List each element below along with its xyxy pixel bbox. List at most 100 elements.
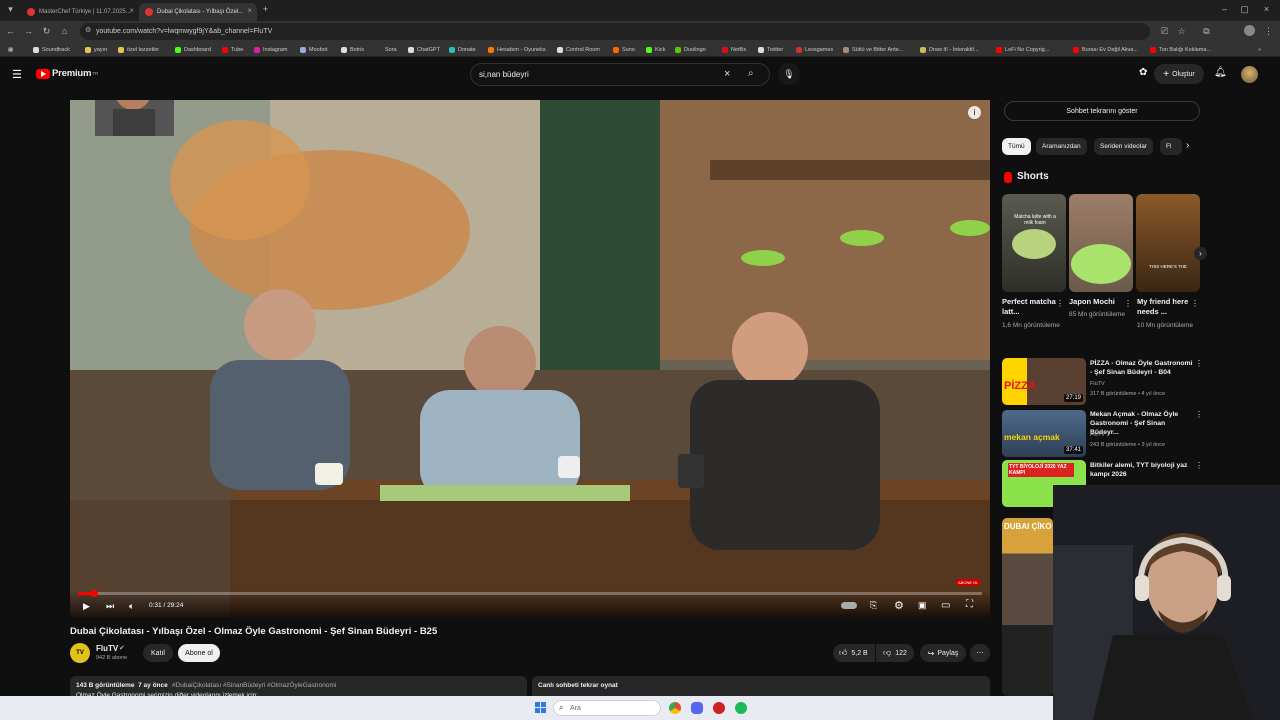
volume-icon[interactable]: 🔈︎: [129, 601, 134, 612]
recommendation-channel[interactable]: FluTV: [1090, 380, 1200, 388]
bookmark-item[interactable]: Draw It! - İnteraktif...: [920, 44, 979, 55]
short-thumbnail[interactable]: THIS HERE'S THE: [1136, 194, 1200, 292]
subtitles-icon[interactable]: ⎘: [870, 600, 877, 611]
chip-all[interactable]: Tümü: [1002, 138, 1031, 155]
minimize-icon[interactable]: –: [1218, 3, 1231, 16]
bookmark-item[interactable]: Lessgames: [796, 44, 833, 55]
bookmark-item[interactable]: Ton Balığı Koklama...: [1150, 44, 1211, 55]
bookmark-star-icon[interactable]: ☆: [1175, 25, 1188, 38]
bookmark-item[interactable]: Moobot: [300, 44, 327, 55]
video-player[interactable]: i ABONE OL: [70, 100, 990, 617]
tab-menu-icon[interactable]: ▾: [4, 3, 17, 16]
recommendation-title[interactable]: PİZZA - Olmaz Öyle Gastronomi - Şef Sina…: [1090, 359, 1195, 377]
fullscreen-icon[interactable]: ⛶: [966, 599, 973, 610]
create-button[interactable]: + Oluştur: [1154, 64, 1204, 84]
install-icon[interactable]: ⎚: [1158, 25, 1171, 38]
bookmark-item[interactable]: Tube: [222, 44, 243, 55]
bookmark-item[interactable]: özel lezzetler: [118, 44, 159, 55]
back-icon[interactable]: ←: [4, 25, 17, 38]
browser-tab-dubai[interactable]: Dubai Çikolatası - Yılbaşı Özel... ×: [139, 3, 257, 21]
cast-settings-icon[interactable]: ✿: [1139, 67, 1147, 78]
search-input[interactable]: si,nan büdeyri × ⌕: [470, 63, 770, 86]
more-actions-icon[interactable]: ⋯: [970, 644, 990, 662]
bookmark-item[interactable]: Duolingo: [675, 44, 706, 55]
bookmark-item[interactable]: ChatGPT: [408, 44, 440, 55]
short-title[interactable]: Perfect matcha latt...: [1002, 297, 1056, 317]
channel-name[interactable]: FluTV: [96, 644, 118, 653]
site-info-icon[interactable]: ⚙: [85, 26, 91, 34]
settings-gear-icon[interactable]: ⚙: [894, 599, 904, 612]
bookmark-item[interactable]: Botrix: [341, 44, 364, 55]
reload-icon[interactable]: ↻: [40, 25, 53, 38]
show-chat-replay-button[interactable]: Sohbet tekrarını göster: [1004, 101, 1200, 121]
url-field[interactable]: ⚙ youtube.com/watch?v=lwqmwygf9jY&ab_cha…: [80, 23, 1150, 40]
clear-search-icon[interactable]: ×: [724, 68, 730, 80]
taskbar-search-field[interactable]: ⌕ Ara: [553, 700, 661, 716]
browser-menu-icon[interactable]: ⋮: [1262, 25, 1275, 38]
recommendation-thumbnail[interactable]: DUBAI ÇİKO: [1002, 518, 1053, 696]
maximize-icon[interactable]: ▢: [1238, 3, 1251, 16]
shorts-next-icon[interactable]: ›: [1194, 247, 1207, 260]
profile-avatar-icon[interactable]: [1244, 25, 1255, 36]
hamburger-menu-icon[interactable]: ☰: [12, 68, 22, 81]
close-tab-icon[interactable]: ×: [129, 6, 134, 15]
join-button[interactable]: Katıl: [143, 644, 173, 662]
recommendation-thumbnail[interactable]: mekan açmak 37:41: [1002, 410, 1086, 457]
extensions-icon[interactable]: ⧉: [1200, 25, 1213, 38]
chip-series[interactable]: Seriden videolar: [1094, 138, 1153, 155]
browser-tab-masterchef[interactable]: MasterChef Türkiye | 11.07.2025... ×: [21, 3, 139, 21]
autoplay-toggle[interactable]: [841, 602, 857, 609]
channel-avatar[interactable]: TV: [70, 643, 90, 663]
chip-from-search[interactable]: Aramanızdan: [1036, 138, 1087, 155]
close-tab-icon[interactable]: ×: [247, 6, 252, 15]
recommendation-more-icon[interactable]: ⋮: [1195, 461, 1203, 470]
account-avatar[interactable]: [1241, 66, 1258, 83]
play-icon[interactable]: ▶: [83, 601, 90, 612]
chip-flutv[interactable]: Fl: [1160, 138, 1182, 155]
short-title[interactable]: Japon Mochi: [1069, 297, 1123, 307]
bookmark-item[interactable]: LoFi No Copyrig...: [996, 44, 1049, 55]
recommendation-thumbnail[interactable]: PİZZA 27:19: [1002, 358, 1086, 405]
recommendation-more-icon[interactable]: ⋮: [1195, 359, 1203, 368]
recommendation-title[interactable]: Bitkiler alemi, TYT biyoloji yaz kampı 2…: [1090, 461, 1195, 479]
bookmark-item[interactable]: Twitter: [758, 44, 783, 55]
theater-mode-icon[interactable]: ▭: [941, 600, 950, 611]
subscribe-watermark[interactable]: ABONE OL: [956, 579, 981, 586]
dislike-button[interactable]: 👎︎ 122: [876, 644, 914, 662]
chrome-taskbar-icon[interactable]: [669, 702, 681, 714]
short-more-icon[interactable]: ⋮: [1124, 299, 1132, 308]
close-window-icon[interactable]: ×: [1260, 3, 1273, 16]
video-info-icon[interactable]: i: [968, 106, 981, 119]
bookmark-item[interactable]: Dashboard: [175, 44, 211, 55]
bookmark-item[interactable]: Burası Ev Değil Akva...: [1073, 44, 1138, 55]
bookmark-item[interactable]: Suno: [613, 44, 635, 55]
bookmark-item[interactable]: Sora: [376, 44, 397, 55]
notifications-bell-icon[interactable]: 🔔︎: [1214, 67, 1227, 78]
short-more-icon[interactable]: ⋮: [1056, 299, 1064, 308]
search-icon[interactable]: ⌕: [748, 68, 754, 79]
bookmark-item[interactable]: yayın: [85, 44, 107, 55]
subscribe-button[interactable]: Abone ol: [178, 644, 220, 662]
voice-search-icon[interactable]: 🎙︎: [778, 63, 800, 85]
short-title[interactable]: My friend here needs ...: [1137, 297, 1191, 317]
like-button[interactable]: 👍︎ 5,2 B: [833, 644, 875, 662]
youtube-logo[interactable]: Premium TR: [36, 68, 98, 79]
windows-start-icon[interactable]: [535, 702, 546, 713]
recommendation-more-icon[interactable]: ⋮: [1195, 410, 1203, 419]
bookmark-item[interactable]: Soundtrack: [33, 44, 70, 55]
bookmark-item[interactable]: Hesabım - Oyuneks: [488, 44, 546, 55]
short-thumbnail[interactable]: [1069, 194, 1133, 292]
short-thumbnail[interactable]: Matcha latte with a milk foam: [1002, 194, 1066, 292]
bookmark-item[interactable]: Sütlü ve Bitter Ante...: [843, 44, 903, 55]
chips-next-icon[interactable]: ›: [1186, 140, 1189, 151]
forward-icon[interactable]: →: [22, 25, 35, 38]
home-icon[interactable]: ⌂: [58, 25, 71, 38]
next-icon[interactable]: ⏭: [106, 601, 114, 612]
miniplayer-icon[interactable]: ▣: [918, 600, 927, 611]
recommendation-channel[interactable]: FluTV: [1090, 431, 1200, 439]
bookmark-item[interactable]: Instagram: [254, 44, 287, 55]
bookmark-item[interactable]: Netflix: [722, 44, 746, 55]
bookmark-item[interactable]: Control Room: [557, 44, 600, 55]
discord-taskbar-icon[interactable]: [691, 702, 703, 714]
app-taskbar-icon[interactable]: [713, 702, 725, 714]
